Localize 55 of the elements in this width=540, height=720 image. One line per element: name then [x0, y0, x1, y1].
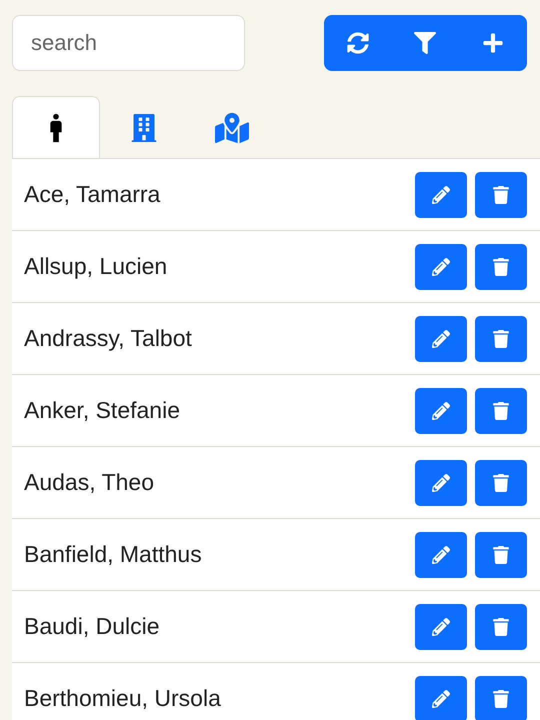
delete-button[interactable] [475, 388, 527, 434]
delete-button[interactable] [475, 604, 527, 650]
trash-icon [492, 330, 510, 348]
delete-button[interactable] [475, 172, 527, 218]
person-name: Banfield, Matthus [24, 541, 203, 568]
edit-button[interactable] [415, 676, 467, 720]
edit-button[interactable] [415, 532, 467, 578]
list-row[interactable]: Audas, Theo [12, 447, 540, 519]
person-name: Baudi, Dulcie [24, 613, 161, 640]
pencil-icon [432, 474, 450, 492]
add-icon [482, 32, 504, 54]
list-row[interactable]: Baudi, Dulcie [12, 591, 540, 663]
pencil-icon [432, 186, 450, 204]
edit-button[interactable] [415, 172, 467, 218]
filter-icon [414, 32, 436, 54]
edit-button[interactable] [415, 388, 467, 434]
delete-button[interactable] [475, 244, 527, 290]
edit-button[interactable] [415, 244, 467, 290]
edit-button[interactable] [415, 604, 467, 650]
edit-button[interactable] [415, 316, 467, 362]
trash-icon [492, 546, 510, 564]
person-name: Anker, Stefanie [24, 397, 181, 424]
delete-button[interactable] [475, 532, 527, 578]
tab[interactable] [12, 96, 100, 158]
pencil-icon [432, 258, 450, 276]
building-icon [130, 114, 158, 142]
edit-button[interactable] [415, 460, 467, 506]
trash-icon [492, 402, 510, 420]
trash-icon [492, 186, 510, 204]
pencil-icon [432, 618, 450, 636]
pencil-icon [432, 690, 450, 708]
map-icon [215, 110, 249, 144]
trash-icon [492, 474, 510, 492]
delete-button[interactable] [475, 316, 527, 362]
refresh-icon [346, 32, 369, 54]
trash-icon [492, 690, 510, 708]
trash-icon [492, 618, 510, 636]
person-name: Berthomieu, Ursola [24, 685, 222, 712]
pencil-icon [432, 402, 450, 420]
list-row[interactable]: Ace, Tamarra [12, 159, 540, 231]
list-row[interactable]: Berthomieu, Ursola [12, 663, 540, 720]
person-name: Audas, Theo [24, 469, 156, 496]
pencil-icon [432, 546, 450, 564]
list-row[interactable]: Allsup, Lucien [12, 231, 540, 303]
search-field[interactable]: search [12, 15, 245, 71]
person-name: Andrassy, Talbot [24, 325, 193, 352]
list-row[interactable]: Anker, Stefanie [12, 375, 540, 447]
delete-button[interactable] [475, 460, 527, 506]
pencil-icon [432, 330, 450, 348]
person-name: Allsup, Lucien [24, 253, 168, 280]
list-row[interactable]: Andrassy, Talbot [12, 303, 540, 375]
trash-icon [492, 258, 510, 276]
person-name: Ace, Tamarra [24, 181, 162, 208]
delete-button[interactable] [475, 676, 527, 720]
list-row[interactable]: Banfield, Matthus [12, 519, 540, 591]
